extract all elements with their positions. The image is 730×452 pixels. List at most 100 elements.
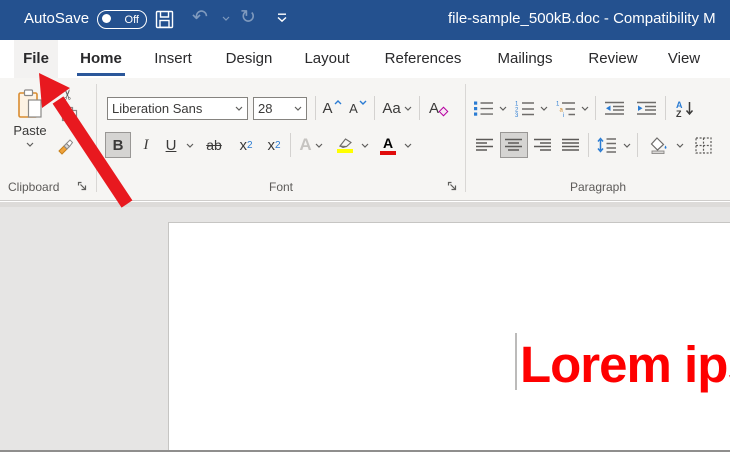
svg-text:i: i bbox=[563, 113, 564, 117]
divider bbox=[588, 133, 589, 157]
underline-label: U bbox=[165, 136, 177, 154]
eraser-icon bbox=[438, 106, 449, 116]
subscript-x: x bbox=[239, 136, 247, 154]
font-group: Liberation Sans 28 A A Aa A B I U ab x 2… bbox=[97, 78, 465, 200]
paste-dropdown-chevron-icon[interactable] bbox=[26, 142, 34, 147]
paste-clipboard-icon bbox=[18, 89, 42, 118]
align-center-button[interactable] bbox=[500, 132, 528, 158]
paste-button[interactable]: Paste bbox=[6, 88, 54, 172]
underline-chevron-icon[interactable] bbox=[186, 143, 194, 148]
document-area: Lorem ips bbox=[0, 202, 730, 452]
tab-home[interactable]: Home bbox=[72, 40, 130, 78]
change-case-button[interactable]: Aa bbox=[378, 95, 416, 121]
divider bbox=[374, 96, 375, 120]
multilevel-chevron-icon[interactable] bbox=[581, 106, 589, 111]
copy-button[interactable] bbox=[61, 106, 78, 125]
tab-review[interactable]: Review bbox=[578, 40, 648, 78]
clipboard-group: Paste ✂ Clipboard bbox=[0, 78, 96, 200]
font-color-button[interactable]: A bbox=[375, 132, 401, 158]
font-color-chevron-icon[interactable] bbox=[404, 143, 412, 148]
shrink-font-button[interactable]: A bbox=[345, 95, 371, 121]
strikethrough-button[interactable]: ab bbox=[200, 132, 228, 158]
strikethrough-label: ab bbox=[206, 137, 222, 153]
highlight-chevron-icon[interactable] bbox=[361, 143, 369, 148]
chevron-down-icon bbox=[315, 143, 323, 148]
line-spacing-chevron-icon[interactable] bbox=[623, 143, 631, 148]
clipboard-dialog-launcher[interactable] bbox=[77, 181, 88, 192]
superscript-button[interactable]: x 2 bbox=[262, 132, 286, 158]
svg-text:3: 3 bbox=[515, 113, 519, 117]
quick-access-customize-icon[interactable] bbox=[276, 13, 288, 23]
line-spacing-icon bbox=[597, 137, 616, 153]
document-text[interactable]: Lorem ips bbox=[520, 335, 730, 394]
divider bbox=[665, 96, 666, 120]
tab-view[interactable]: View bbox=[660, 40, 708, 78]
highlight-color-button[interactable] bbox=[332, 132, 358, 158]
paste-label: Paste bbox=[13, 123, 47, 138]
font-size-chevron-icon[interactable] bbox=[294, 106, 302, 111]
paragraph-group-label: Paragraph bbox=[569, 180, 627, 194]
font-name-chevron-icon[interactable] bbox=[235, 106, 243, 111]
font-group-label: Font bbox=[268, 180, 293, 194]
highlighter-pen-icon bbox=[338, 138, 352, 148]
align-left-icon bbox=[476, 138, 493, 151]
superscript-2: 2 bbox=[274, 139, 281, 151]
numbering-button[interactable]: 1 2 3 bbox=[513, 95, 537, 121]
decrease-indent-button[interactable] bbox=[601, 95, 629, 121]
text-cursor bbox=[515, 333, 517, 390]
italic-label: I bbox=[143, 136, 149, 153]
tab-file[interactable]: File bbox=[14, 40, 58, 78]
tab-references[interactable]: References bbox=[378, 40, 468, 78]
font-dialog-launcher[interactable] bbox=[447, 181, 458, 192]
tab-layout[interactable]: Layout bbox=[295, 40, 359, 78]
clipboard-group-footer: Clipboard bbox=[0, 178, 96, 198]
font-row-2: B I U ab x 2 x 2 A A bbox=[105, 130, 465, 160]
italic-button[interactable]: I bbox=[135, 132, 157, 158]
font-size-value: 28 bbox=[258, 100, 273, 116]
save-icon[interactable] bbox=[155, 10, 174, 29]
undo-chevron-icon[interactable] bbox=[222, 16, 230, 21]
shading-button[interactable] bbox=[645, 132, 673, 158]
align-right-button[interactable] bbox=[530, 132, 556, 158]
format-painter-icon bbox=[58, 139, 74, 155]
autosave-toggle[interactable]: Off bbox=[97, 10, 147, 29]
highlight-color-bar bbox=[337, 149, 353, 153]
decrease-indent-icon bbox=[605, 101, 624, 115]
numbering-chevron-icon[interactable] bbox=[540, 106, 548, 111]
increase-indent-button[interactable] bbox=[633, 95, 661, 121]
change-case-label: Aa bbox=[382, 99, 401, 117]
align-left-button[interactable] bbox=[472, 132, 498, 158]
redo-icon[interactable]: ↻ bbox=[240, 6, 256, 29]
tab-design[interactable]: Design bbox=[216, 40, 282, 78]
autosave-toggle-knob bbox=[102, 14, 111, 23]
multilevel-list-button[interactable]: 1 a i bbox=[554, 95, 578, 121]
subscript-2: 2 bbox=[246, 139, 253, 151]
font-name-combobox[interactable]: Liberation Sans bbox=[107, 96, 248, 120]
tab-insert[interactable]: Insert bbox=[146, 40, 200, 78]
format-painter-button[interactable] bbox=[56, 136, 76, 156]
clear-formatting-button[interactable]: A bbox=[423, 95, 453, 121]
borders-icon bbox=[694, 136, 712, 154]
grow-font-button[interactable]: A bbox=[319, 95, 345, 121]
font-size-combobox[interactable]: 28 bbox=[253, 96, 307, 120]
align-right-icon bbox=[534, 138, 551, 151]
divider bbox=[315, 96, 316, 120]
borders-button[interactable] bbox=[690, 132, 716, 158]
bullets-button[interactable] bbox=[472, 95, 496, 121]
cut-button[interactable]: ✂ bbox=[59, 86, 75, 104]
sort-button[interactable]: A Z bbox=[671, 95, 697, 121]
text-effects-button[interactable]: A bbox=[294, 132, 328, 158]
tab-mailings[interactable]: Mailings bbox=[488, 40, 562, 78]
underline-button[interactable]: U bbox=[159, 132, 183, 158]
subscript-button[interactable]: x 2 bbox=[234, 132, 258, 158]
paragraph-group: 1 2 3 1 a i A Z Paragraph bbox=[466, 78, 730, 200]
document-page[interactable]: Lorem ips bbox=[168, 222, 730, 452]
divider bbox=[290, 133, 291, 157]
shading-chevron-icon[interactable] bbox=[676, 143, 684, 148]
word-window: AutoSave Off ↶ ↻ file-sample_500kB.doc -… bbox=[0, 0, 730, 452]
undo-icon[interactable]: ↶ bbox=[192, 6, 208, 29]
bold-button[interactable]: B bbox=[105, 132, 131, 158]
line-spacing-button[interactable] bbox=[594, 132, 620, 158]
bullets-chevron-icon[interactable] bbox=[499, 106, 507, 111]
justify-button[interactable] bbox=[558, 132, 584, 158]
